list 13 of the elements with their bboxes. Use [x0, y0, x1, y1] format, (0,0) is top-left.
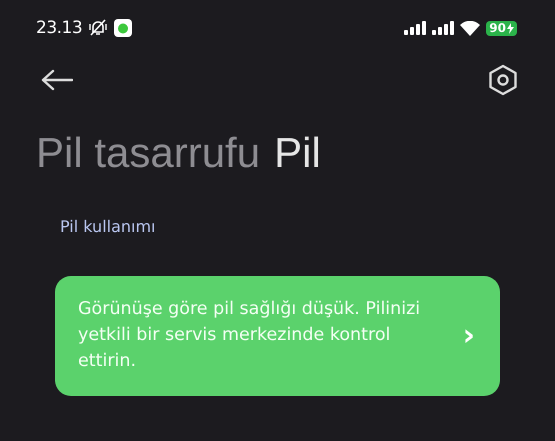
back-arrow-icon[interactable]	[41, 69, 73, 91]
chevron-icon: ›	[462, 318, 475, 352]
signal-icon	[404, 21, 426, 35]
battery-health-alert[interactable]: Görünüşe göre pil sağlığı düşük. Pilinizi yetkili bir servis merkezinde kontrol ettirin. ›	[55, 276, 500, 396]
page-title: Pil	[274, 129, 321, 177]
battery-indicator: 90	[486, 20, 517, 36]
alert-message: Görünüşe göre pil sağlığı düşük. Pilinizi yetkili bir servis merkezinde kontrol ettirin.	[78, 298, 422, 373]
status-time: 23.13	[36, 18, 82, 38]
page-title: Pil tasarrufu	[36, 129, 260, 177]
settings-icon[interactable]	[488, 64, 518, 96]
wifi-icon	[460, 20, 480, 36]
signal-icon	[432, 21, 454, 35]
section-label: Pil kullanımı	[60, 217, 156, 236]
